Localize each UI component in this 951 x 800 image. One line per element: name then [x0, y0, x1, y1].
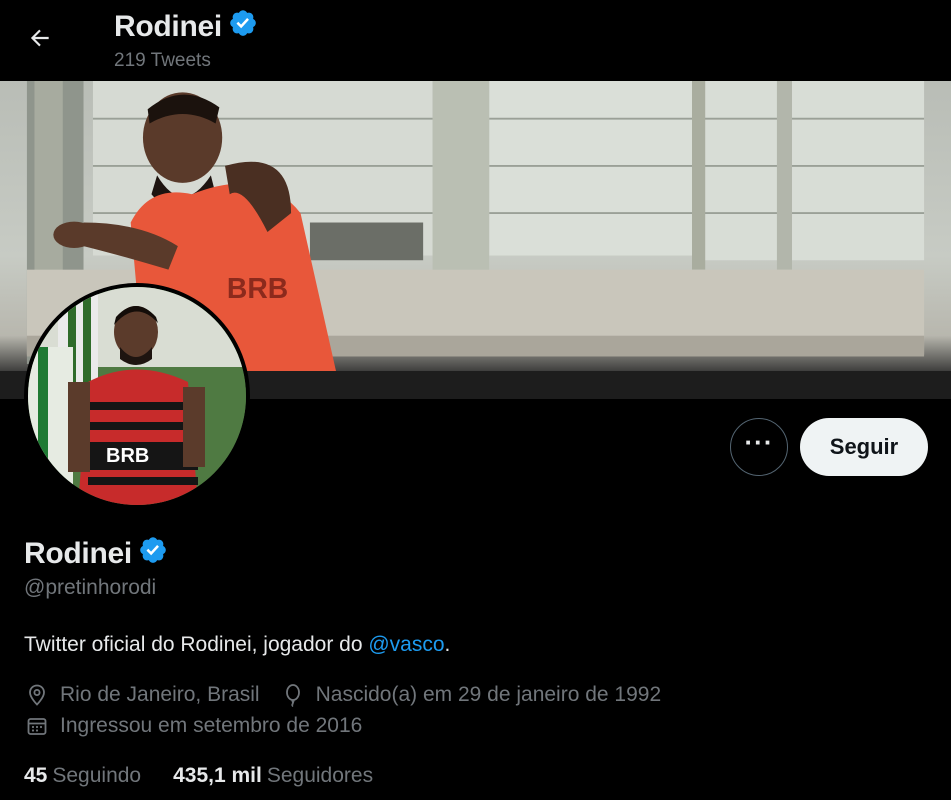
location-item: Rio de Janeiro, Brasil: [24, 682, 260, 708]
profile-bio: Twitter oficial do Rodinei, jogador do @…: [24, 633, 450, 657]
profile-meta-row: Rio de Janeiro, Brasil Nascido(a) em 29 …: [24, 682, 681, 708]
location-pin-icon: [24, 682, 50, 708]
header-name: Rodinei: [114, 8, 258, 46]
verified-badge-icon[interactable]: [138, 535, 168, 573]
svg-text:BRB: BRB: [106, 445, 149, 467]
followers-count: 435,1 mil: [173, 764, 262, 787]
bio-mention-link[interactable]: @vasco: [368, 633, 444, 656]
profile-name-text: Rodinei: [24, 537, 132, 570]
profile-avatar[interactable]: BRB: [24, 283, 250, 509]
calendar-icon: [24, 713, 50, 739]
follow-stats: 45 Seguindo 435,1 mil Seguidores: [24, 764, 405, 788]
svg-text:BRB: BRB: [227, 272, 288, 304]
back-button[interactable]: [20, 20, 60, 60]
more-options-button[interactable]: ···: [730, 418, 788, 476]
bio-text: Twitter oficial do Rodinei, jogador do: [24, 633, 369, 656]
header-name-text: Rodinei: [114, 10, 222, 43]
tweet-count: 219 Tweets: [114, 50, 211, 71]
profile-meta-row-joined: Ingressou em setembro de 2016: [24, 713, 382, 739]
profile-name: Rodinei: [24, 535, 168, 573]
following-count: 45: [24, 764, 48, 787]
joined-item: Ingressou em setembro de 2016: [24, 713, 362, 739]
following-label: Seguindo: [52, 764, 142, 787]
birth-text: Nascido(a) em 29 de janeiro de 1992: [315, 683, 662, 706]
more-dots-icon: ···: [744, 427, 774, 457]
followers-link[interactable]: 435,1 mil Seguidores: [173, 764, 373, 788]
following-link[interactable]: 45 Seguindo: [24, 764, 141, 788]
arrow-left-icon: [27, 25, 53, 56]
bio-end: .: [444, 633, 451, 656]
follow-button[interactable]: Seguir: [800, 418, 928, 476]
joined-text: Ingressou em setembro de 2016: [60, 714, 363, 737]
profile-handle: @pretinhorodi: [24, 576, 157, 599]
followers-label: Seguidores: [266, 764, 374, 787]
balloon-icon: [280, 682, 306, 708]
profile-header: Rodinei 219 Tweets: [0, 0, 951, 81]
location-text: Rio de Janeiro, Brasil: [60, 683, 260, 706]
avatar-photo-illustration: BRB: [28, 287, 246, 505]
verified-badge-icon: [228, 8, 258, 46]
birth-item: Nascido(a) em 29 de janeiro de 1992: [280, 682, 662, 708]
